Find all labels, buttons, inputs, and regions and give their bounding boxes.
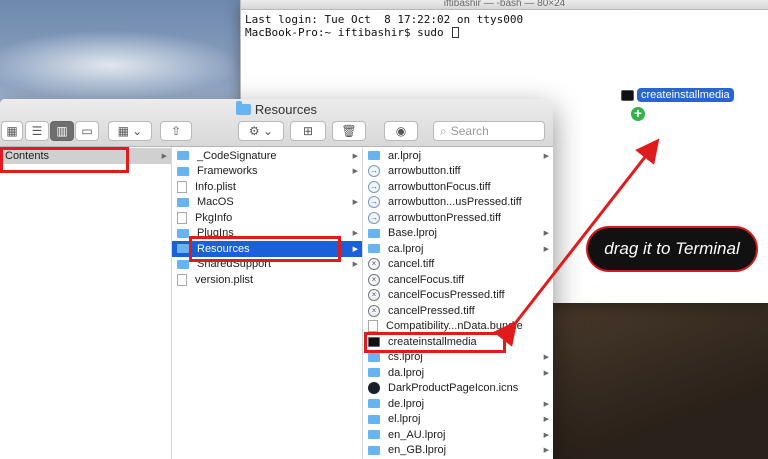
callout-bubble: drag it to Terminal <box>586 226 758 272</box>
